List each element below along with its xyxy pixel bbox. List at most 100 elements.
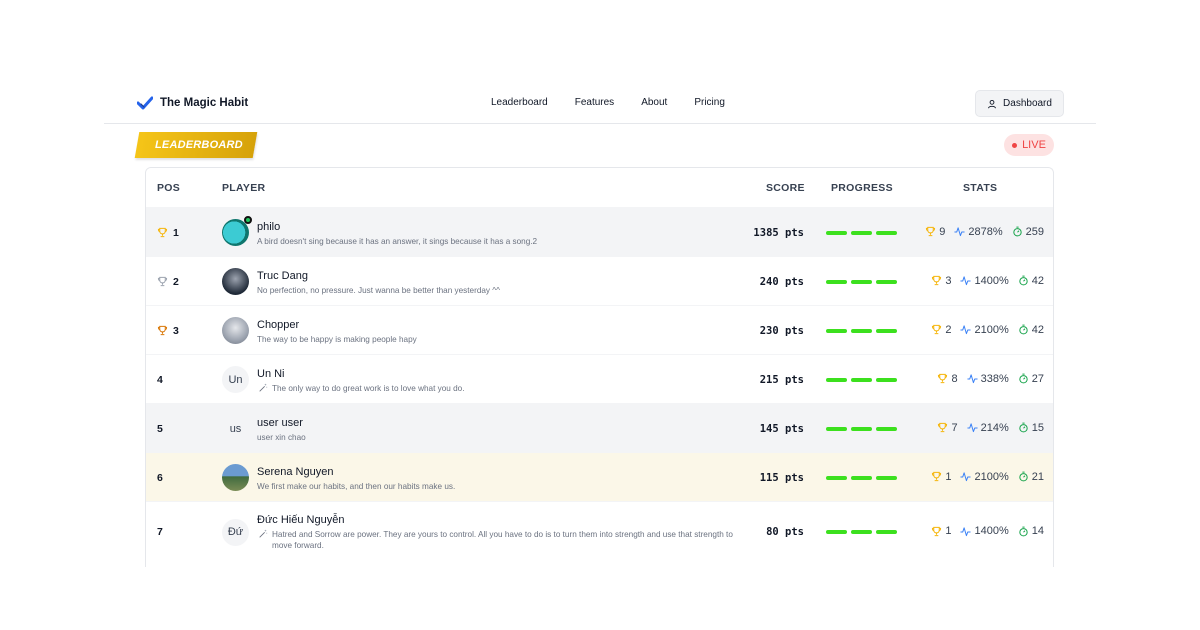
brand-name: The Magic Habit	[160, 97, 249, 109]
rate-value: 1400%	[974, 274, 1009, 287]
nav-link-leaderboard[interactable]: Leaderboard	[491, 97, 548, 108]
table-row[interactable]: 7 Đứ Đức Hiếu Nguyễn Hatred and Sorrow are …	[146, 501, 1053, 561]
nav-link-features[interactable]: Features	[575, 97, 614, 108]
brand[interactable]: The Magic Habit	[137, 95, 248, 111]
trophies-count: 3	[945, 274, 952, 287]
time-value: 259	[1025, 225, 1044, 238]
header-pos: POS	[157, 182, 181, 194]
player-name[interactable]: Truc Dang	[257, 270, 308, 282]
progress-segment	[876, 328, 897, 333]
progress-segment	[826, 475, 847, 480]
progress-bar	[826, 377, 897, 382]
progress-segment	[876, 279, 897, 284]
player-stats: 3 1400% 42	[916, 275, 1044, 287]
rank-number: 2	[173, 275, 179, 288]
trophy-icon	[932, 275, 942, 286]
avatar[interactable]	[222, 268, 249, 295]
table-row[interactable]: 5 us user user user xin chao 145 pts 7 214% …	[146, 403, 1053, 452]
stat-trophies: 7	[937, 422, 958, 434]
stat-trophies: 3	[931, 275, 951, 287]
nav-link-pricing[interactable]: Pricing	[694, 97, 725, 108]
stat-trophies: 2	[931, 324, 951, 336]
progress-segment	[876, 426, 897, 431]
table-row[interactable]: 1 philo A bird doesn't sing because it has…	[146, 207, 1053, 256]
header-player: PLAYER	[222, 182, 266, 194]
live-badge: LIVE	[1004, 134, 1054, 156]
progress-segment	[876, 530, 897, 534]
stat-time: 42	[1018, 275, 1044, 287]
avatar[interactable]: Un	[222, 366, 249, 393]
avatar-initials: Un	[228, 373, 243, 386]
stat-trophies: 8	[937, 373, 958, 385]
player-stats: 1 1400% 14	[916, 525, 1044, 537]
trophy-icon	[932, 324, 942, 335]
player-stats: 8 338% 27	[916, 373, 1044, 385]
avatar[interactable]	[222, 317, 249, 344]
player-name[interactable]: Đức Hiếu Nguyễn	[257, 514, 344, 526]
table-row[interactable]: 3 Chopper The way to be happy is making pe…	[146, 305, 1053, 354]
trophies-count: 1	[945, 525, 952, 537]
rank: 6	[157, 472, 163, 484]
progress-segment	[826, 230, 847, 235]
trophies-count: 9	[939, 225, 946, 238]
leaderboard-table: POS PLAYER SCORE PROGRESS STATS 1 philo A …	[145, 167, 1054, 567]
rate-value: 338%	[980, 372, 1009, 385]
time-value: 14	[1031, 525, 1044, 537]
table-row[interactable]: 4 Un Un Ni The only way to do great work is…	[146, 354, 1053, 403]
progress-bar	[826, 426, 897, 431]
table-row[interactable]: 2 Truc Dang No perfection, no pressure. Ju…	[146, 256, 1053, 305]
avatar[interactable]: us	[222, 415, 249, 442]
header-score: SCORE	[766, 182, 805, 194]
player-name[interactable]: user user	[257, 417, 303, 429]
activity-icon	[960, 276, 972, 286]
player-bio: A bird doesn't sing because it has an an…	[257, 236, 538, 246]
player-stats: 2 2100% 42	[916, 324, 1044, 336]
header-progress: PROGRESS	[831, 182, 893, 194]
timer-icon	[1019, 324, 1028, 335]
progress-segment	[851, 377, 872, 382]
rank: 2	[157, 276, 179, 288]
stat-rate: 2878%	[954, 226, 1003, 238]
progress-segment	[876, 230, 897, 235]
stat-time: 259	[1012, 226, 1044, 238]
progress-segment	[851, 475, 872, 480]
avatar-initials: Đứ	[227, 526, 244, 538]
table-row[interactable]: 6 Serena Nguyen We first make our habits, …	[146, 452, 1053, 501]
timer-icon	[1019, 471, 1028, 482]
avatar[interactable]: Đứ	[222, 518, 249, 546]
score: 80 pts	[766, 526, 804, 538]
player-name[interactable]: Chopper	[257, 319, 299, 331]
avatar-initials: us	[229, 422, 242, 435]
nav-links: Leaderboard Features About Pricing	[491, 97, 752, 108]
user-icon	[988, 99, 996, 108]
score: 115 pts	[759, 471, 804, 484]
magic-wand-icon	[259, 383, 268, 392]
progress-segment	[851, 426, 872, 431]
timer-icon	[1019, 526, 1028, 536]
stat-time: 42	[1018, 324, 1044, 336]
player-name[interactable]: Serena Nguyen	[257, 466, 333, 478]
stat-time: 21	[1018, 471, 1044, 483]
activity-icon	[954, 227, 965, 237]
rank-number: 1	[173, 226, 179, 239]
rank-number: 3	[173, 324, 179, 337]
progress-segment	[851, 230, 872, 235]
trophy-icon	[932, 471, 942, 482]
nav-link-about[interactable]: About	[641, 97, 667, 108]
trophies-count: 1	[945, 470, 952, 483]
dashboard-label: Dashboard	[1003, 98, 1052, 109]
activity-icon	[967, 374, 978, 384]
progress-segment	[826, 530, 847, 534]
player-name[interactable]: philo	[257, 221, 280, 233]
avatar[interactable]	[222, 464, 249, 491]
player-name[interactable]: Un Ni	[257, 368, 285, 380]
stat-trophies: 9	[925, 226, 945, 238]
stat-time: 14	[1018, 525, 1044, 537]
progress-bar	[826, 230, 897, 235]
score: 240 pts	[759, 275, 804, 288]
dashboard-button[interactable]: Dashboard	[975, 90, 1064, 117]
player-bio: No perfection, no pressure. Just wanna b…	[257, 285, 500, 295]
trophy-icon	[926, 226, 936, 237]
stat-rate: 2100%	[960, 471, 1009, 483]
rank: 7	[157, 526, 163, 538]
